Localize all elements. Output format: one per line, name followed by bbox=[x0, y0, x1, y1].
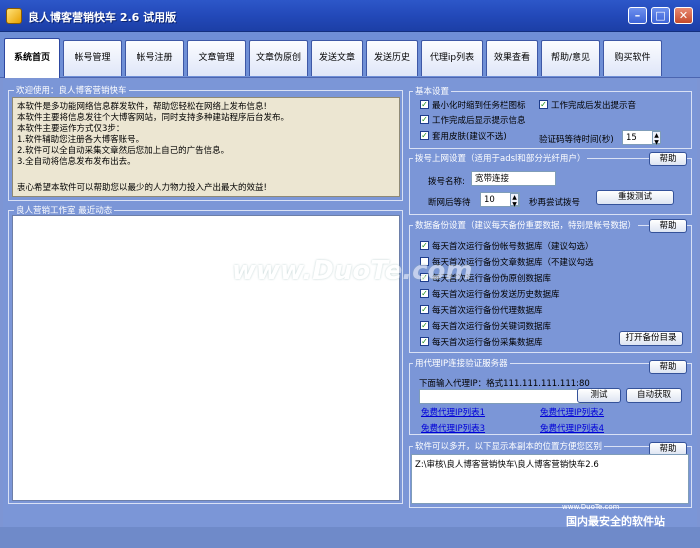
verify-wait-label: 验证码等待时间(秒) bbox=[539, 135, 614, 145]
minimize-button[interactable]: – bbox=[628, 7, 647, 24]
proxy-input-hint: 下面输入代理IP：格式111.111.111.111:80 bbox=[419, 379, 590, 389]
brand-url: www.DuoTe.com bbox=[562, 503, 620, 511]
basic-settings-label: 基本设置 bbox=[413, 85, 452, 97]
window-title: 良人博客营销快车 2.6 试用版 bbox=[28, 11, 177, 24]
proxy-auto-button[interactable]: 自动获取 bbox=[626, 388, 682, 403]
tab-article-manage[interactable]: 文章管理 bbox=[187, 40, 246, 76]
welcome-line: 3.全自动将信息发布发布出去。 bbox=[17, 157, 136, 167]
tab-home[interactable]: 系统首页 bbox=[4, 38, 60, 78]
close-button[interactable]: ✕ bbox=[674, 7, 693, 24]
min-to-tray-label: 最小化时缩到任务栏图标 bbox=[432, 101, 526, 111]
done-info-checkbox[interactable]: ✓ bbox=[420, 115, 429, 124]
proxy-test-button[interactable]: 测试 bbox=[577, 388, 621, 403]
tab-send-article[interactable]: 发送文章 bbox=[311, 40, 363, 76]
backup-checkbox-proxy[interactable]: ✓ bbox=[420, 305, 429, 314]
skin-checkbox[interactable]: ✓ bbox=[420, 131, 429, 140]
brand-logo: 2345软件大全 www.DuoTe.com bbox=[562, 486, 692, 511]
dialup-label: 拨号上网设置（适用于adsl和部分光纤用户） bbox=[413, 152, 588, 164]
backup-label-history: 每天首次运行备份发送历史数据库 bbox=[432, 290, 560, 300]
done-sound-label: 工作完成后发出提示音 bbox=[551, 101, 637, 111]
tab-proxy-list[interactable]: 代理ip列表 bbox=[421, 40, 483, 76]
open-backup-dir-button[interactable]: 打开备份目录 bbox=[619, 331, 683, 346]
welcome-line: 衷心希望本软件可以帮助您以最少的人力物力投入产出最大的效益! bbox=[17, 183, 267, 193]
backup-label-proxy: 每天首次运行备份代理数据库 bbox=[432, 306, 543, 316]
welcome-text-box: 本软件是多功能网络信息群发软件，帮助您轻松在网络上发布信息! 本软件主要将信息发… bbox=[12, 97, 400, 197]
backup-label-account: 每天首次运行备份帐号数据库（建议勾选） bbox=[432, 242, 594, 252]
brand-name: 2345软件大全 bbox=[562, 490, 630, 501]
dialup-help-button[interactable]: 帮助 bbox=[649, 152, 687, 166]
backup-label: 数据备份设置（建议每天备份重要数据，特别是帐号数据） bbox=[413, 219, 639, 231]
backup-help-button[interactable]: 帮助 bbox=[649, 219, 687, 233]
footer-bar bbox=[0, 527, 700, 548]
tab-buy-software[interactable]: 购买软件 bbox=[603, 40, 662, 76]
watermark: www.DuoTe.com bbox=[232, 256, 473, 286]
backup-label-collect: 每天首次运行备份采集数据库 bbox=[432, 338, 543, 348]
dial-name-label: 拨号名称: bbox=[428, 177, 465, 187]
proxy-help-button[interactable]: 帮助 bbox=[649, 360, 687, 374]
min-to-tray-checkbox[interactable]: ✓ bbox=[420, 100, 429, 109]
app-icon bbox=[6, 8, 22, 24]
free-proxy-link-3[interactable]: 免费代理IP列表3 bbox=[421, 422, 485, 434]
instance-path: Z:\审核\良人博客营销快车\良人博客营销快车2.6 bbox=[415, 460, 599, 470]
done-info-label: 工作完成后显示提示信息 bbox=[432, 116, 526, 126]
tab-account-register[interactable]: 帐号注册 bbox=[125, 40, 184, 76]
backup-checkbox-history[interactable]: ✓ bbox=[420, 289, 429, 298]
proxy-label: 用代理IP连接验证服务器 bbox=[413, 357, 510, 369]
dial-name-input[interactable]: 宽带连接 bbox=[471, 171, 556, 186]
tab-help-feedback[interactable]: 帮助/意见 bbox=[541, 40, 600, 76]
tab-article-rewrite[interactable]: 文章伪原创 bbox=[249, 40, 308, 76]
tab-account-manage[interactable]: 帐号管理 bbox=[63, 40, 122, 76]
maximize-button[interactable]: □ bbox=[651, 7, 670, 24]
dial-retry-label: 秒再尝试拨号 bbox=[529, 198, 581, 208]
tab-effect-view[interactable]: 效果查看 bbox=[486, 40, 538, 76]
skin-label: 套用皮肤(建议不选) bbox=[432, 132, 507, 142]
tab-bar: 系统首页 帐号管理 帐号注册 文章管理 文章伪原创 发送文章 发送历史 代理ip… bbox=[0, 32, 700, 78]
free-proxy-link-4[interactable]: 免费代理IP列表4 bbox=[540, 422, 604, 434]
backup-checkbox-keyword[interactable]: ✓ bbox=[420, 321, 429, 330]
redial-test-button[interactable]: 重拨测试 bbox=[596, 190, 674, 205]
multi-instance-label: 软件可以多开，以下显示本副本的位置方便您区别 bbox=[413, 440, 605, 452]
dial-wait-spinner[interactable]: ▲ ▼ bbox=[510, 193, 519, 208]
backup-label-keyword: 每天首次运行备份关键词数据库 bbox=[432, 322, 552, 332]
free-proxy-link-1[interactable]: 免费代理IP列表1 bbox=[421, 406, 485, 418]
verify-wait-spinner[interactable]: ▲ ▼ bbox=[652, 131, 661, 146]
welcome-label: 欢迎使用：良人博客营销快车 bbox=[14, 84, 129, 96]
done-sound-checkbox[interactable]: ✓ bbox=[539, 100, 548, 109]
free-proxy-link-2[interactable]: 免费代理IP列表2 bbox=[540, 406, 604, 418]
title-bar: 良人博客营销快车 2.6 试用版 – □ ✕ bbox=[0, 0, 700, 32]
proxy-ip-input[interactable] bbox=[419, 389, 594, 404]
backup-checkbox-collect[interactable]: ✓ bbox=[420, 337, 429, 346]
dial-wait-label: 断网后等待 bbox=[428, 198, 471, 208]
backup-checkbox-account[interactable]: ✓ bbox=[420, 241, 429, 250]
footer-slogan: 国内最安全的软件站 bbox=[566, 515, 665, 528]
tab-send-history[interactable]: 发送历史 bbox=[366, 40, 418, 76]
